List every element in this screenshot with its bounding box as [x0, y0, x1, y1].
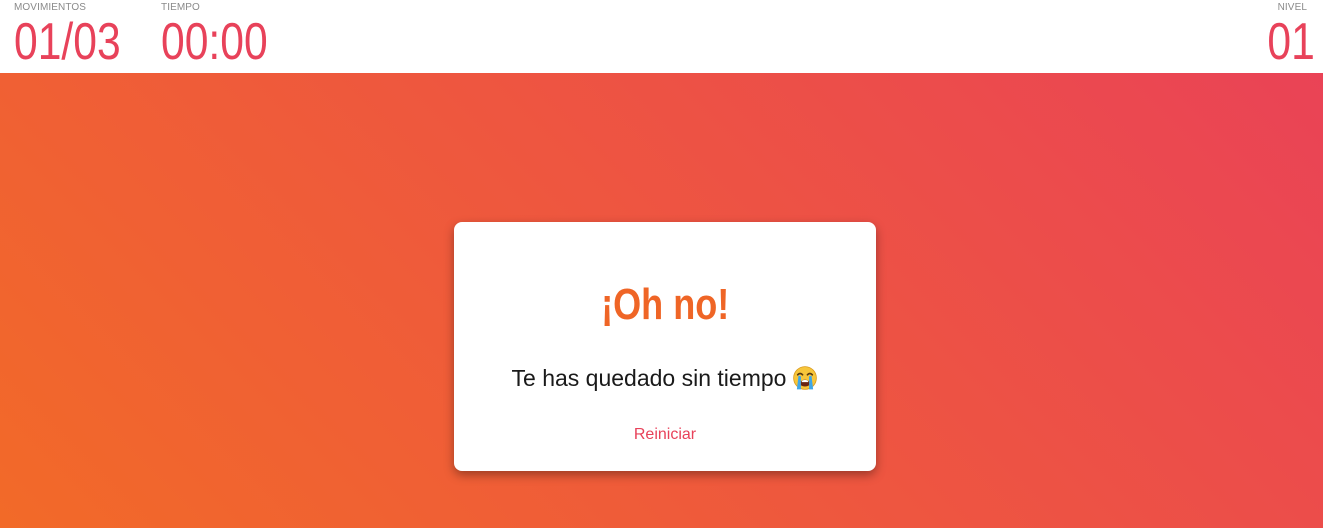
game-over-dialog: ¡Oh no! Te has quedado sin tiempo Reinic…: [454, 222, 876, 471]
moves-counter: MOVIMIENTOS 01/03: [14, 2, 144, 68]
moves-value: 01/03: [14, 13, 121, 71]
dialog-message-text: Te has quedado sin tiempo: [511, 365, 787, 391]
level-counter: NIVEL 01: [1257, 2, 1315, 68]
level-value: 01: [1267, 13, 1315, 71]
loudly-crying-face-icon: [793, 366, 818, 390]
dialog-message: Te has quedado sin tiempo: [454, 364, 876, 392]
game-header: MOVIMIENTOS 01/03 TIEMPO 00:00 NIVEL 01: [0, 0, 1323, 73]
dialog-title: ¡Oh no!: [454, 280, 876, 330]
time-counter: TIEMPO 00:00: [161, 2, 291, 68]
dialog-title-text: ¡Oh no!: [600, 280, 730, 329]
time-value: 00:00: [161, 13, 268, 71]
restart-button[interactable]: Reiniciar: [626, 424, 704, 446]
